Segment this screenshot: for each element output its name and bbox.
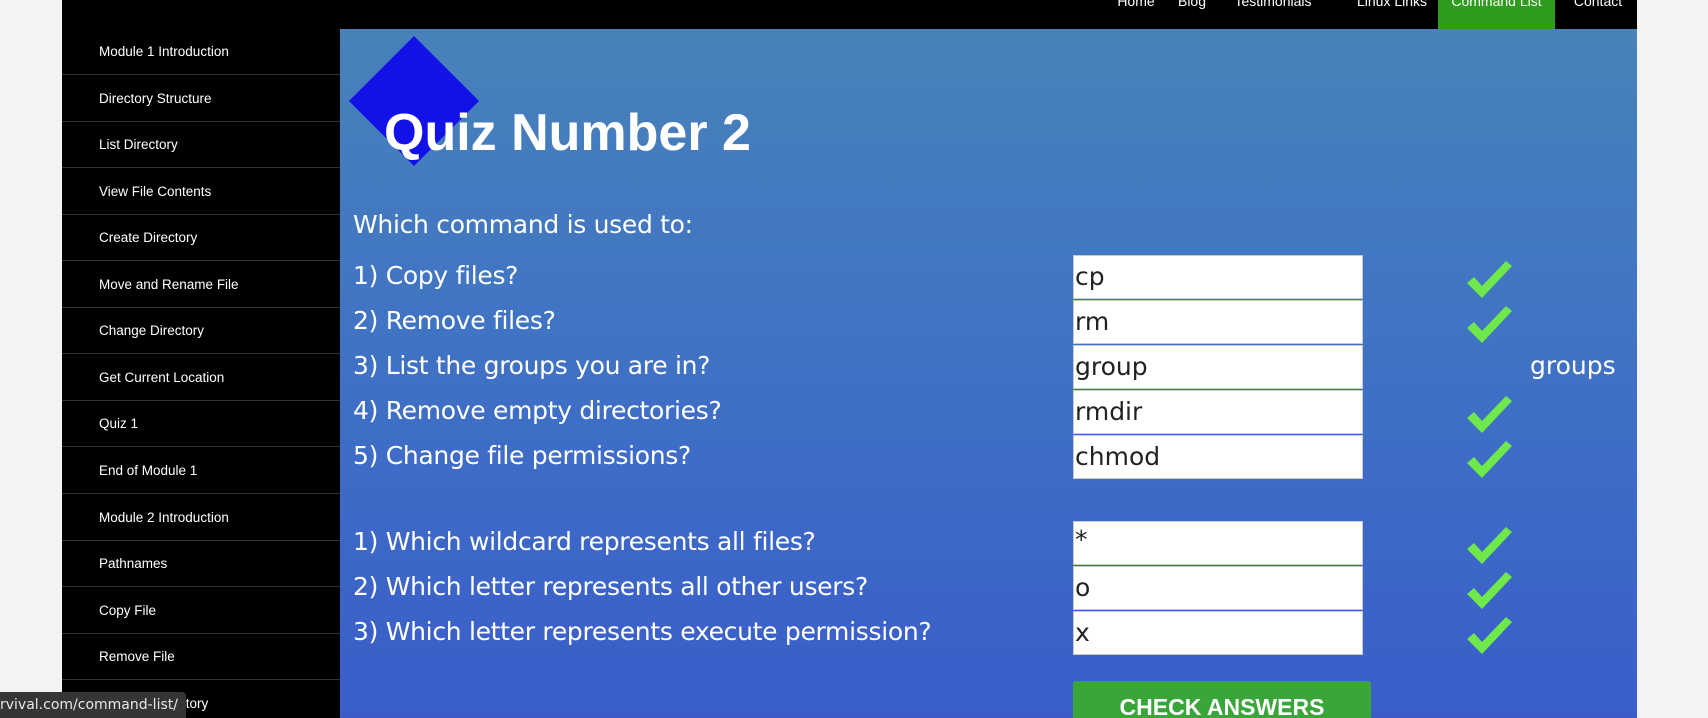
quiz-intro: Which command is used to:	[353, 210, 693, 239]
question-1: 1) Copy files?	[353, 261, 519, 290]
sidebar-item-create-directory[interactable]: Create Directory	[62, 215, 340, 261]
nav-command-list[interactable]: Command List	[1438, 0, 1555, 29]
question-2: 2) Remove files?	[353, 306, 556, 335]
check-mark-icon	[1467, 261, 1512, 298]
answer-input-1[interactable]: cp	[1073, 255, 1363, 299]
answer-input-2[interactable]: rm	[1073, 300, 1363, 344]
sidebar-item-end-of-module-1[interactable]: End of Module 1	[62, 448, 340, 494]
question-3: 3) List the groups you are in?	[353, 351, 711, 380]
top-navigation: Home Blog Testimonials Linux Links Comma…	[62, 0, 1637, 29]
sidebar-item-move-and-rename-file[interactable]: Move and Rename File	[62, 262, 340, 308]
check-mark-icon	[1467, 306, 1512, 343]
question-wildcard: 1) Which wildcard represents all files?	[353, 527, 816, 556]
nav-linux-links[interactable]: Linux Links	[1346, 0, 1438, 29]
answer-input-execute[interactable]: x	[1073, 611, 1363, 655]
nav-testimonials[interactable]: Testimonials	[1224, 0, 1322, 29]
check-answers-button[interactable]: CHECK ANSWERS	[1073, 681, 1371, 718]
page: Home Blog Testimonials Linux Links Comma…	[62, 0, 1637, 718]
check-mark-icon	[1467, 617, 1512, 654]
answer-input-wildcard[interactable]: *	[1073, 521, 1363, 565]
quiz-content: Quiz Number 2 Which command is used to: …	[340, 29, 1637, 718]
sidebar-item-quiz-1[interactable]: Quiz 1	[62, 401, 340, 447]
question-other-users: 2) Which letter represents all other use…	[353, 572, 868, 601]
status-bar-url: rvival.com/command-list/	[0, 692, 186, 718]
nav-contact[interactable]: Contact	[1569, 0, 1627, 29]
question-execute: 3) Which letter represents execute permi…	[353, 617, 932, 646]
sidebar-item-module-1-introduction[interactable]: Module 1 Introduction	[62, 29, 340, 75]
check-mark-icon	[1467, 527, 1512, 564]
check-mark-icon	[1467, 572, 1512, 609]
answer-input-5[interactable]: chmod	[1073, 435, 1363, 479]
answer-input-4[interactable]: rmdir	[1073, 390, 1363, 434]
nav-home[interactable]: Home	[1112, 0, 1160, 29]
question-4: 4) Remove empty directories?	[353, 396, 722, 425]
sidebar-item-pathnames[interactable]: Pathnames	[62, 541, 340, 587]
sidebar-item-view-file-contents[interactable]: View File Contents	[62, 169, 340, 215]
sidebar: Module 1 Introduction Directory Structur…	[62, 29, 340, 718]
sidebar-item-get-current-location[interactable]: Get Current Location	[62, 355, 340, 401]
check-mark-icon	[1467, 396, 1512, 433]
sidebar-item-change-directory[interactable]: Change Directory	[62, 308, 340, 354]
answer-input-other-users[interactable]: o	[1073, 566, 1363, 610]
check-mark-icon	[1467, 441, 1512, 478]
sidebar-item-copy-file[interactable]: Copy File	[62, 588, 340, 634]
sidebar-item-directory-structure[interactable]: Directory Structure	[62, 76, 340, 122]
sidebar-item-remove-file[interactable]: Remove File	[62, 634, 340, 680]
quiz-title: Quiz Number 2	[384, 104, 751, 162]
sidebar-item-list-directory[interactable]: List Directory	[62, 122, 340, 168]
question-5: 5) Change file permissions?	[353, 441, 692, 470]
sidebar-item-module-2-introduction[interactable]: Module 2 Introduction	[62, 495, 340, 541]
correct-answer-hint: groups	[1530, 351, 1616, 380]
nav-blog[interactable]: Blog	[1172, 0, 1212, 29]
answer-input-3[interactable]: group	[1073, 345, 1363, 389]
